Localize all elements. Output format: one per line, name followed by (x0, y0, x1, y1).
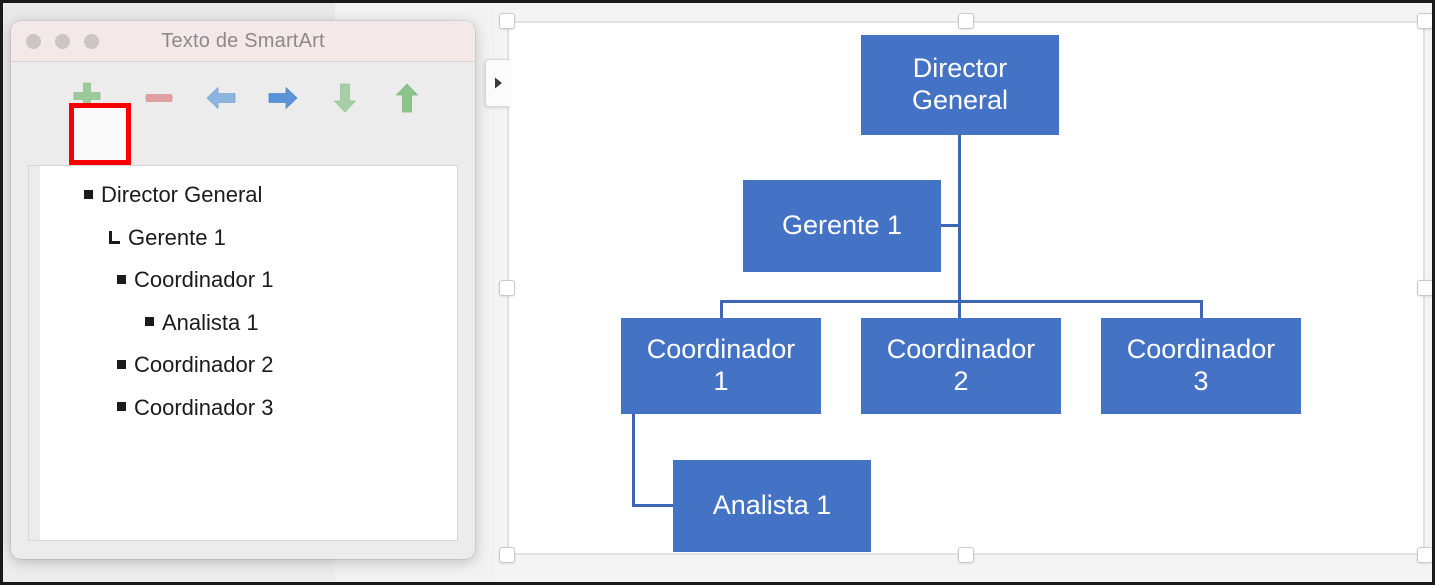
list-item[interactable]: Coordinador 3 (40, 387, 457, 430)
elbow-bullet-icon (108, 230, 122, 245)
resize-handle-top-left[interactable] (499, 13, 515, 29)
square-bullet-icon (84, 189, 93, 199)
node-label: Gerente 1 (781, 210, 903, 241)
list-item-label: Gerente 1 (128, 224, 226, 250)
resize-handle-bottom-left[interactable] (499, 547, 515, 563)
move-down-button[interactable] (317, 70, 373, 126)
square-bullet-icon (145, 317, 154, 327)
connector-drop-coordinador3 (1200, 300, 1203, 320)
remove-shape-button[interactable] (131, 70, 187, 126)
resize-handle-middle-right[interactable] (1417, 280, 1432, 296)
connector-coordinador1-analista1-vertical (632, 412, 635, 507)
triangle-right-icon (495, 77, 502, 89)
list-item[interactable]: Coordinador 2 (40, 344, 457, 387)
list-item-label: Coordinador 1 (134, 267, 274, 293)
window-titlebar[interactable]: Texto de SmartArt (11, 21, 475, 62)
arrow-down-icon (334, 83, 356, 113)
arrow-left-icon (206, 87, 236, 109)
node-label: Coordinador 2 (886, 334, 1036, 396)
connector-coordinadores-bar (720, 300, 1202, 303)
list-item-label: Coordinador 2 (134, 352, 274, 378)
list-item-label: Analista 1 (162, 309, 259, 335)
move-up-button[interactable] (379, 70, 435, 126)
node-label: Analista 1 (712, 490, 832, 521)
node-coordinador-2[interactable]: Coordinador 2 (861, 318, 1061, 414)
promote-button[interactable] (193, 70, 249, 126)
demote-button[interactable] (255, 70, 311, 126)
org-chart-diagram: Director General Gerente 1 Coordinador 1 C… (509, 23, 1423, 553)
screenshot-root: Texto de SmartArt Director General Geren… (0, 0, 1435, 585)
resize-handle-middle-left[interactable] (499, 280, 515, 296)
node-label: Coordinador 1 (646, 334, 796, 396)
node-coordinador-3[interactable]: Coordinador 3 (1101, 318, 1301, 414)
list-item[interactable]: Coordinador 1 (40, 259, 457, 302)
node-director-general[interactable]: Director General (861, 35, 1059, 135)
window-title: Texto de SmartArt (161, 30, 325, 52)
text-list-gutter (29, 166, 40, 540)
resize-handle-top-center[interactable] (958, 13, 974, 29)
arrow-up-icon (396, 83, 418, 113)
list-item-label: Coordinador 3 (134, 394, 274, 420)
smartart-canvas[interactable]: Director General Gerente 1 Coordinador 1 C… (485, 13, 1432, 563)
text-list-items: Director General Gerente 1 Coordinador 1… (40, 174, 457, 540)
node-analista-1[interactable]: Analista 1 (673, 460, 871, 552)
connector-coordinador1-analista1-horizontal (632, 504, 675, 507)
connector-drop-coordinador1 (720, 300, 723, 320)
list-item[interactable]: Gerente 1 (40, 217, 457, 260)
connector-director-gerente1 (940, 224, 960, 227)
square-bullet-icon (117, 402, 126, 412)
list-item[interactable]: Analista 1 (40, 302, 457, 345)
node-label: Director General (911, 53, 1009, 115)
connector-drop-coordinador2 (958, 300, 961, 320)
square-bullet-icon (117, 274, 126, 284)
square-bullet-icon (117, 359, 126, 369)
smartart-text-window: Texto de SmartArt Director General Geren… (11, 21, 475, 559)
smartart-text-list[interactable]: Director General Gerente 1 Coordinador 1… (28, 165, 458, 541)
node-gerente-1[interactable]: Gerente 1 (743, 180, 941, 272)
resize-handle-bottom-right[interactable] (1417, 547, 1432, 563)
minus-icon (145, 94, 173, 102)
add-shape-highlight-box (69, 103, 131, 165)
node-coordinador-1[interactable]: Coordinador 1 (621, 318, 821, 414)
resize-handle-bottom-center[interactable] (958, 547, 974, 563)
text-pane-toggle-button[interactable] (485, 59, 510, 107)
arrow-right-icon (268, 87, 298, 109)
node-label: Coordinador 3 (1126, 334, 1276, 396)
list-item-label: Director General (101, 182, 263, 208)
resize-handle-top-right[interactable] (1417, 13, 1432, 29)
list-item[interactable]: Director General (40, 174, 457, 217)
